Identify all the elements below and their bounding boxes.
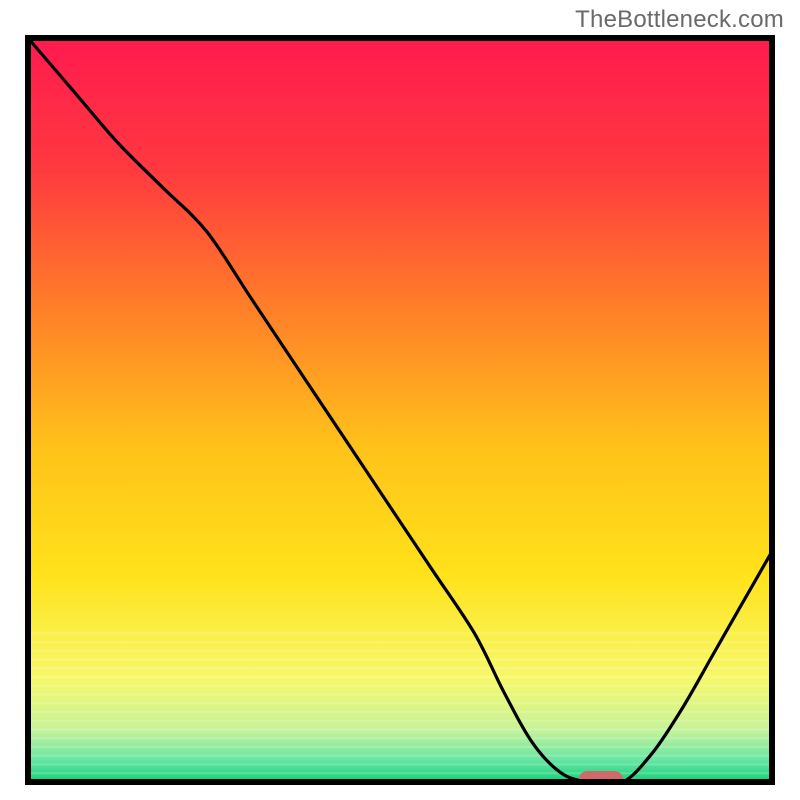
chart-svg <box>25 35 775 785</box>
chart-wrap: TheBottleneck.com <box>0 0 800 800</box>
plot-area <box>25 35 775 785</box>
gradient-background <box>28 38 772 782</box>
watermark-label: TheBottleneck.com <box>575 6 784 34</box>
